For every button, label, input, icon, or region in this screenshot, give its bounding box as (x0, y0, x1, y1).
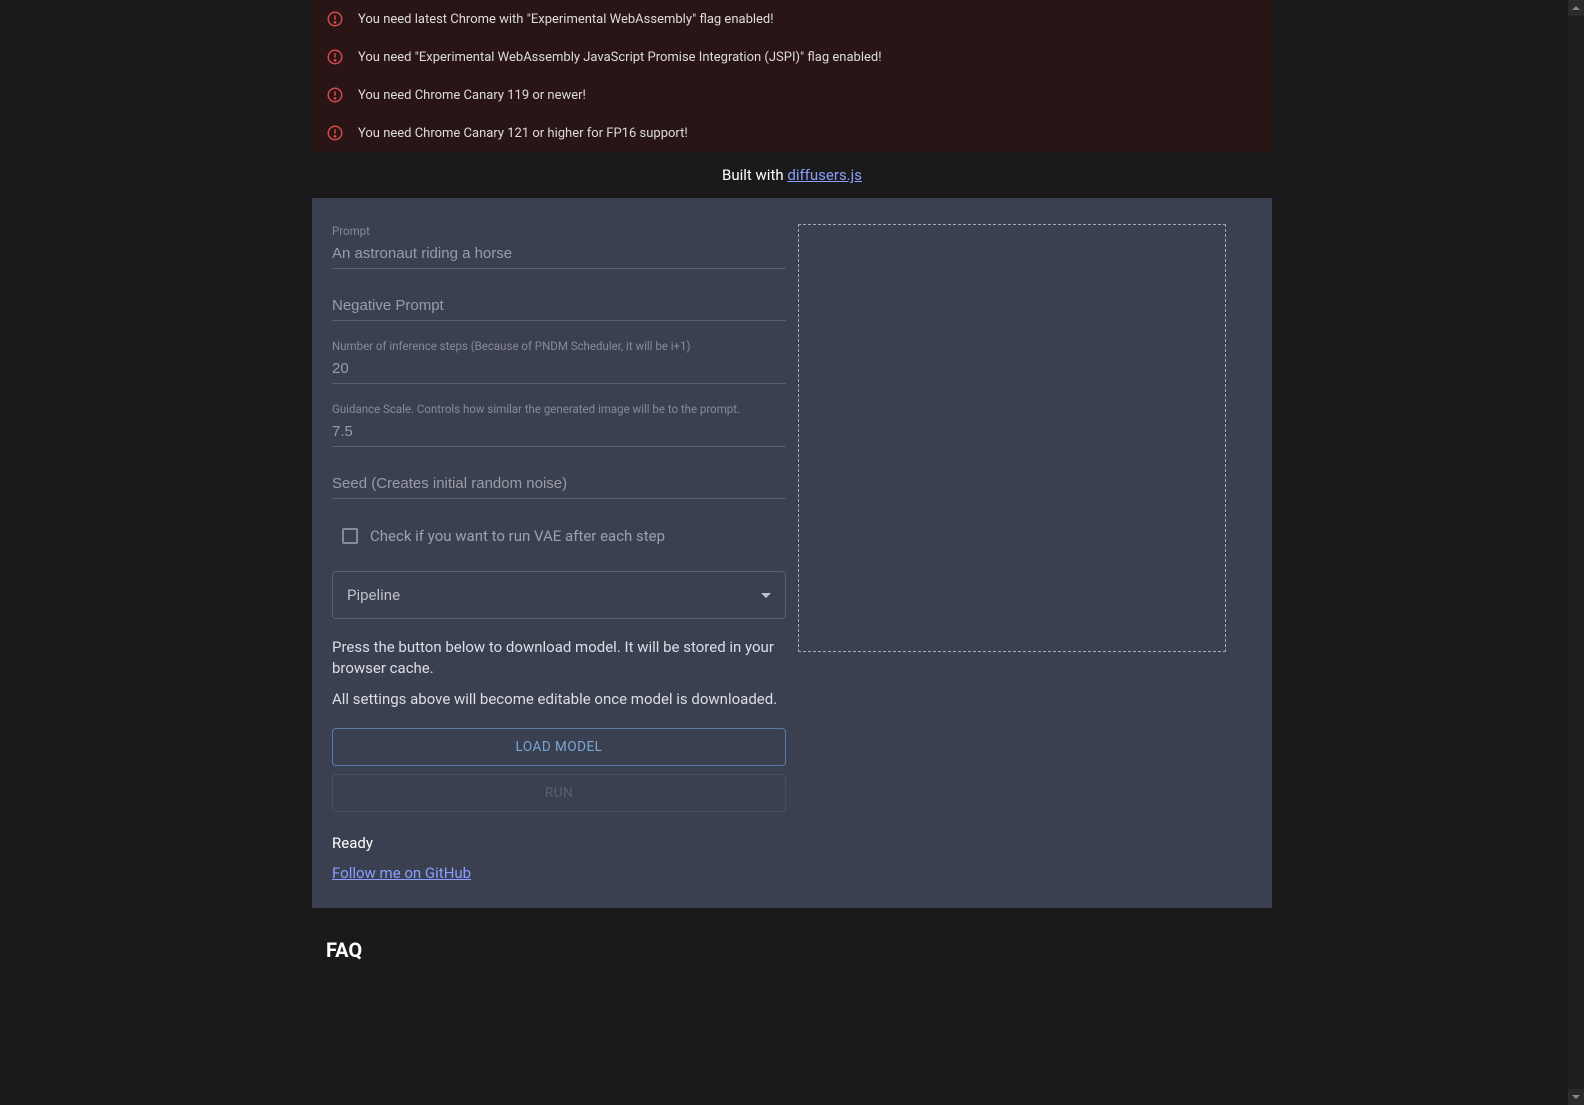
error-icon (326, 10, 344, 28)
alert-text: You need Chrome Canary 119 or newer! (358, 88, 586, 103)
scrollbar[interactable] (1568, 0, 1584, 1105)
steps-label: Number of inference steps (Because of PN… (332, 339, 786, 353)
github-link[interactable]: Follow me on GitHub (332, 864, 786, 882)
arrow-up-icon (1572, 6, 1580, 10)
prompt-label: Prompt (332, 224, 786, 238)
controls-column: Prompt Number of inference steps (Becaus… (332, 224, 786, 882)
built-with-text: Built with diffusers.js (312, 152, 1272, 198)
status-text: Ready (332, 834, 786, 852)
alert-text: You need latest Chrome with "Experimenta… (358, 12, 774, 27)
arrow-down-icon (1572, 1095, 1580, 1099)
faq-heading: FAQ (326, 938, 1258, 962)
built-with-prefix: Built with (722, 166, 787, 184)
run-button[interactable]: Run (332, 774, 786, 812)
load-model-button[interactable]: Load model (332, 728, 786, 766)
vae-checkbox-row[interactable]: Check if you want to run VAE after each … (342, 523, 786, 549)
guidance-input[interactable] (332, 419, 786, 447)
diffusers-link[interactable]: diffusers.js (787, 166, 862, 184)
settings-info-text: All settings above will become editable … (332, 689, 786, 710)
steps-input[interactable] (332, 356, 786, 384)
alert-row: You need Chrome Canary 121 or higher for… (312, 114, 1272, 152)
error-icon (326, 124, 344, 142)
negative-prompt-input[interactable] (332, 293, 786, 321)
checkbox-icon[interactable] (342, 528, 358, 544)
alert-text: You need "Experimental WebAssembly JavaS… (358, 50, 882, 65)
alert-text: You need Chrome Canary 121 or higher for… (358, 126, 688, 141)
prompt-input[interactable] (332, 241, 786, 269)
caret-down-icon (761, 593, 771, 598)
download-info-text: Press the button below to download model… (332, 637, 786, 679)
output-column (798, 224, 1252, 882)
alert-row: You need latest Chrome with "Experimenta… (312, 0, 1272, 38)
scroll-up-button[interactable] (1568, 0, 1584, 16)
alerts-panel: You need latest Chrome with "Experimenta… (312, 0, 1272, 152)
scroll-down-button[interactable] (1568, 1089, 1584, 1105)
guidance-label: Guidance Scale. Controls how similar the… (332, 402, 786, 416)
seed-input[interactable] (332, 471, 786, 499)
pipeline-select-label: Pipeline (347, 586, 400, 604)
output-canvas (798, 224, 1226, 652)
pipeline-select[interactable]: Pipeline (332, 571, 786, 619)
error-icon (326, 86, 344, 104)
error-icon (326, 48, 344, 66)
main-card: Prompt Number of inference steps (Becaus… (312, 198, 1272, 908)
faq-section: FAQ (312, 908, 1272, 962)
alert-row: You need Chrome Canary 119 or newer! (312, 76, 1272, 114)
vae-checkbox-label: Check if you want to run VAE after each … (370, 527, 665, 545)
alert-row: You need "Experimental WebAssembly JavaS… (312, 38, 1272, 76)
